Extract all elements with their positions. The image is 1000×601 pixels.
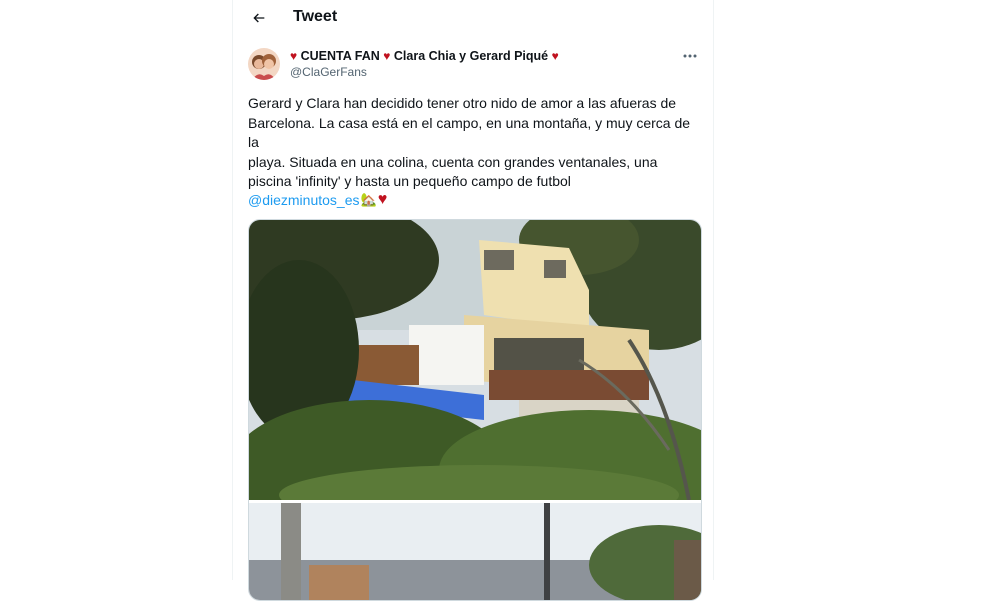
tweet-text-line: playa. Situada en una colina, cuenta con…: [248, 153, 658, 170]
tweet-header: Tweet: [233, 0, 713, 36]
tweet-text: Gerard y Clara han decidido tener otro n…: [248, 94, 700, 192]
arrow-left-icon: [253, 13, 265, 23]
more-horizontal-icon: [683, 54, 697, 58]
page-title: Tweet: [293, 8, 338, 25]
display-name-part1: CUENTA FAN: [300, 49, 380, 63]
heart-icon: ♥: [290, 49, 298, 63]
user-handle[interactable]: @ClaGerFans: [290, 65, 367, 79]
tweet-text-line: piscina 'infinity' y hasta un pequeño ca…: [248, 173, 571, 189]
tweet-text-line: Gerard y Clara han decidido tener otro n…: [248, 95, 677, 111]
display-name[interactable]: ♥ CUENTA FAN ♥ Clara Chia y Gerard Piqué…: [290, 49, 559, 63]
heart-icon: ♥: [377, 191, 388, 208]
avatar[interactable]: [248, 48, 280, 80]
more-options-button[interactable]: [680, 48, 700, 64]
back-button[interactable]: [245, 4, 273, 32]
media-photo: [249, 220, 701, 600]
tweet-media[interactable]: [248, 219, 702, 601]
heart-icon: ♥: [551, 49, 559, 63]
heart-icon: ♥: [383, 49, 391, 63]
tweet-text-line: Barcelona. La casa está en el campo, en …: [248, 114, 691, 151]
house-icon: 🏡: [360, 192, 377, 207]
mention-row: @diezminutos_es 🏡 ♥: [248, 191, 387, 209]
mention-link[interactable]: @diezminutos_es: [248, 191, 360, 209]
display-name-part2: Clara Chia y Gerard Piqué: [393, 49, 549, 63]
tweet-column: Tweet ♥ CUENTA FAN ♥ Clara Chia y Gerard…: [232, 0, 714, 601]
